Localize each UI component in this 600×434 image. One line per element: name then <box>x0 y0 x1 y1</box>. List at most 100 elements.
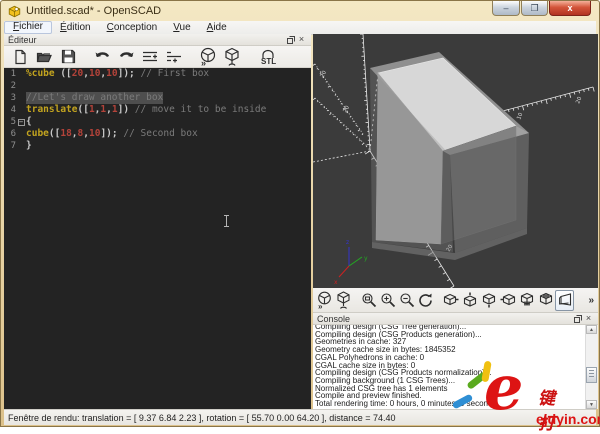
line-number: 4 <box>4 104 16 116</box>
console-line: Geometry cache size in bytes: 1845352 <box>315 346 585 354</box>
scroll-down-button[interactable]: ▼ <box>586 400 597 409</box>
tick-label: 10 <box>516 112 524 121</box>
view-bottom-button[interactable] <box>479 290 498 311</box>
viewport-toolbar: » <box>313 288 598 313</box>
status-text: Fenêtre de rendu: translation = [ 9.37 6… <box>8 413 396 423</box>
tick-label: 20 <box>319 70 328 79</box>
line-number: 2 <box>4 80 16 92</box>
code-token: ]); <box>118 68 141 80</box>
line-number: 6 <box>4 128 16 140</box>
code-token: 18 <box>60 128 71 140</box>
code-line: 3 //Let's draw another box <box>4 92 311 104</box>
code-token: // First box <box>141 68 210 80</box>
console-panel[interactable]: Compiling design (CSG Tree generation)..… <box>313 325 598 409</box>
code-token: 10 <box>89 68 100 80</box>
console-line: Geometries in cache: 327 <box>315 338 585 346</box>
tick-label: 20 <box>342 105 351 114</box>
view-top-button[interactable] <box>460 290 479 311</box>
title-bar[interactable]: Untitled.scad* - OpenSCAD – ❐ x <box>1 1 599 21</box>
export-stl-button[interactable]: STL <box>254 47 284 67</box>
editor-float-icon[interactable] <box>285 35 296 44</box>
menu-item-vue[interactable]: Vue <box>165 22 198 34</box>
editor-panel-header: Éditeur × <box>4 34 311 46</box>
fold-marker[interactable]: − <box>18 119 25 126</box>
code-line: 6cube([18,8,10]); // Second box <box>4 128 311 140</box>
vp-preview-button[interactable]: » <box>315 290 334 311</box>
view-front-button[interactable] <box>517 290 536 311</box>
view-back-button[interactable] <box>536 290 555 311</box>
save-button[interactable] <box>56 47 80 67</box>
console-line: Total rendering time: 0 hours, 0 minutes… <box>315 400 585 408</box>
console-panel-title: Console <box>317 314 350 324</box>
axis-label-z: z <box>346 239 349 246</box>
console-float-icon[interactable] <box>572 314 583 323</box>
axis-label-x: x <box>334 279 338 286</box>
line-number: 7 <box>4 140 16 152</box>
code-token: } <box>26 140 32 152</box>
scrollbar-thumb[interactable] <box>586 367 597 383</box>
undo-button[interactable] <box>90 47 114 67</box>
status-bar: Fenêtre de rendu: translation = [ 9.37 6… <box>4 409 596 425</box>
code-token: ([ <box>60 68 71 80</box>
svg-text:STL: STL <box>261 57 276 66</box>
maximize-button[interactable]: ❐ <box>521 1 548 16</box>
console-line: CGAL Polyhedrons in cache: 0 <box>315 354 585 362</box>
line-number: 5 <box>4 116 16 128</box>
unindent-button[interactable] <box>138 47 162 67</box>
console-line: Compiling design (CSG Products generatio… <box>315 331 585 339</box>
toolbar-overflow-chevron[interactable]: » <box>588 295 596 306</box>
console-scrollbar[interactable]: ▲ ▼ <box>585 325 598 409</box>
editor-close-icon[interactable]: × <box>296 35 307 44</box>
menu-item-dition[interactable]: Édition <box>52 22 99 34</box>
openscad-logo-icon <box>8 5 21 18</box>
openscad-app: Untitled.scad* - OpenSCAD – ❐ x FichierÉ… <box>0 0 600 434</box>
preview-button[interactable]: » <box>196 47 220 67</box>
code-line: 7} <box>4 140 311 152</box>
redo-button[interactable] <box>114 47 138 67</box>
menu-item-fichier[interactable]: Fichier <box>4 21 52 34</box>
console-line: Normalized CSG tree has 1 elements <box>315 385 585 393</box>
code-token: 10 <box>89 128 100 140</box>
console-line: CGAL cache size in bytes: 0 <box>315 362 585 370</box>
new-file-button[interactable] <box>8 47 32 67</box>
editor-panel: Éditeur × <box>4 34 311 409</box>
code-token: translate <box>26 104 77 116</box>
menu-bar: FichierÉditionConceptionVueAide <box>4 21 596 35</box>
menu-item-aide[interactable]: Aide <box>199 22 235 34</box>
console-close-icon[interactable]: × <box>583 314 594 323</box>
zoom-out-button[interactable] <box>397 290 416 311</box>
console-line: Compiling design (CSG Products normaliza… <box>315 369 585 377</box>
view-perspective-button[interactable] <box>555 290 574 311</box>
zoom-all-button[interactable] <box>359 290 378 311</box>
code-token: ]); <box>100 128 123 140</box>
indent-button[interactable] <box>162 47 186 67</box>
line-number: 3 <box>4 92 16 104</box>
menu-item-conception[interactable]: Conception <box>99 22 166 34</box>
code-token: // move it to be inside <box>135 104 267 116</box>
code-token: { <box>26 116 32 128</box>
code-editor-area[interactable]: 1%cube ([20,10,10]); // First box23 //Let… <box>4 68 311 409</box>
render-button[interactable] <box>220 47 244 67</box>
editor-toolbar: » STL <box>4 46 311 68</box>
viewport-3d[interactable]: 20 20 10 20 10 20 <box>313 34 598 288</box>
line-number: 1 <box>4 68 16 80</box>
code-token: // Second box <box>123 128 197 140</box>
scroll-up-button[interactable]: ▲ <box>586 325 597 334</box>
minimize-button[interactable]: – <box>492 1 520 16</box>
editor-panel-title: Éditeur <box>8 35 37 45</box>
close-button[interactable]: x <box>549 1 591 16</box>
view-right-button[interactable] <box>441 290 460 311</box>
zoom-in-button[interactable] <box>378 290 397 311</box>
vp-render-button[interactable] <box>334 290 353 311</box>
svg-text:»: » <box>201 58 206 67</box>
reset-view-button[interactable] <box>416 290 435 311</box>
view-left-button[interactable] <box>498 290 517 311</box>
code-token: 20 <box>72 68 83 80</box>
ibeam-cursor <box>226 216 227 226</box>
tick-label: 20 <box>575 96 583 105</box>
code-line: 5−{ <box>4 116 311 128</box>
code-token: //Let's draw another box <box>26 92 163 104</box>
code-line: 1%cube ([20,10,10]); // First box <box>4 68 311 80</box>
axis-label-y: y <box>364 255 368 262</box>
open-file-button[interactable] <box>32 47 56 67</box>
